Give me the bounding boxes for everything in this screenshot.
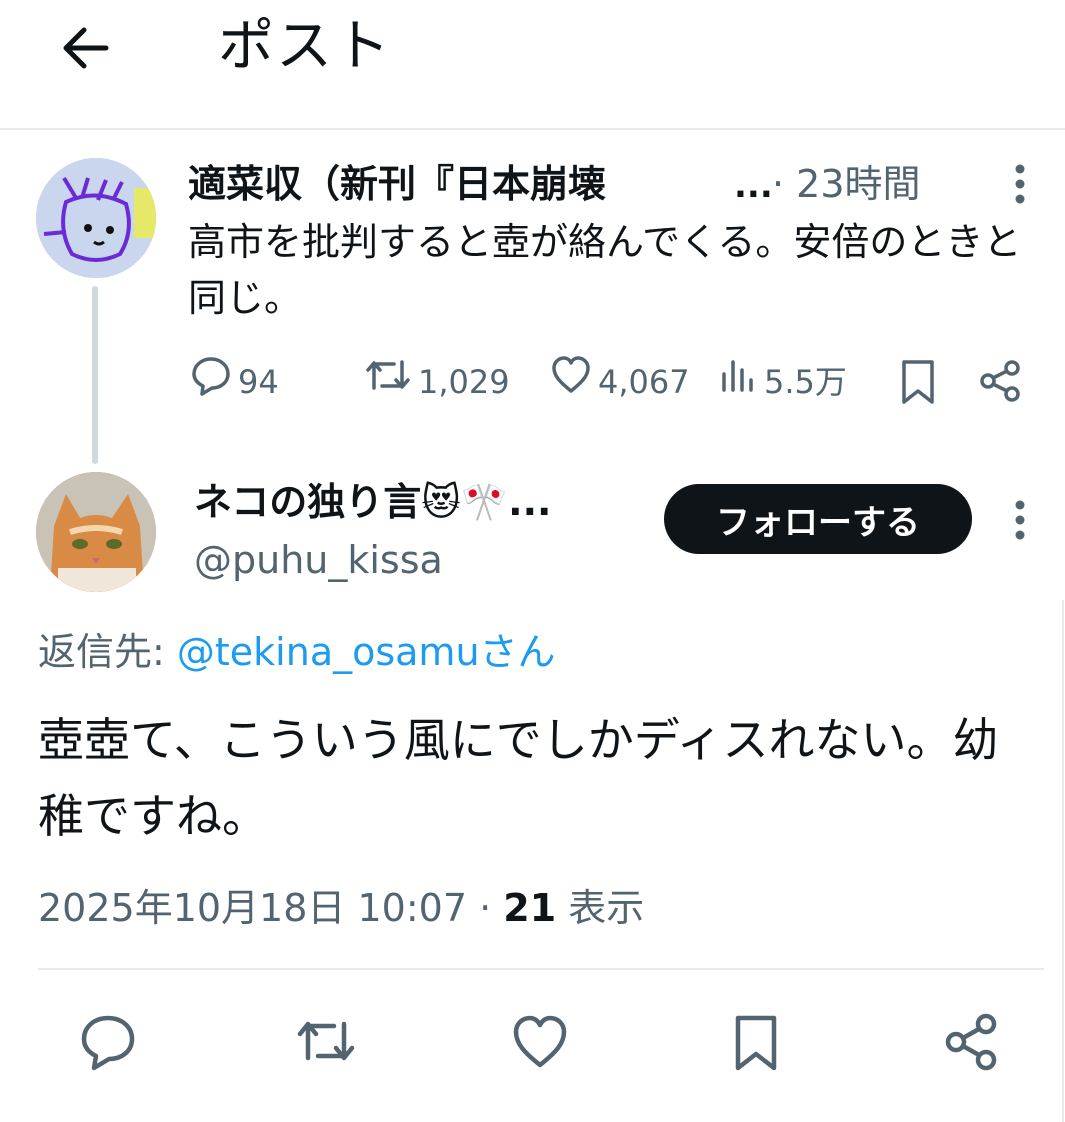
repost-count: 1,029 (418, 363, 510, 401)
views-count: 5.5万 (764, 363, 847, 401)
views-count: 21 (503, 886, 557, 930)
author-handle[interactable]: @puhu_kissa (194, 534, 443, 586)
edge-divider (1062, 600, 1064, 1122)
views-icon (718, 354, 758, 411)
reply-to-suffix: さん (479, 630, 556, 674)
reply-button[interactable]: 94 (190, 356, 279, 408)
post-time[interactable]: · 23時間 (772, 158, 921, 210)
share-icon[interactable] (942, 1012, 1002, 1072)
more-vertical-icon[interactable] (1007, 162, 1033, 206)
author-name-ellipsis: ... (734, 166, 773, 206)
like-button[interactable]: 4,067 (550, 354, 690, 411)
header-divider (0, 128, 1065, 130)
post-datetime[interactable]: 2025年10月18日 10:07 · (38, 886, 503, 930)
avatar[interactable] (36, 158, 156, 278)
like-icon (550, 354, 592, 411)
reply-text: 壺壺て、こういう風にでしかディスれない。幼稚ですね。 (38, 713, 999, 843)
reply-to-line: 返信先: @tekina_osamuさん (38, 624, 556, 680)
like-icon[interactable] (510, 1012, 570, 1072)
author-name[interactable]: ネコの独り言😻🎌... (194, 476, 551, 528)
share-icon[interactable] (978, 358, 1024, 404)
reply-to-mention-link[interactable]: @tekina_osamu (177, 630, 480, 674)
bookmark-icon[interactable] (726, 1012, 786, 1072)
post-text: 高市を批判すると壺が絡んでくる。安倍のときと同じ。 (188, 220, 1022, 320)
page-title: ポスト (218, 14, 392, 79)
views-button[interactable]: 5.5万 (718, 356, 847, 408)
back-arrow-icon[interactable] (56, 18, 116, 78)
repost-button[interactable]: 1,029 (364, 356, 510, 408)
follow-button[interactable]: フォローする (664, 484, 972, 554)
reply-icon[interactable] (78, 1012, 138, 1072)
post-meta: 2025年10月18日 10:07 · 21 表示 (38, 880, 644, 936)
views-label: 表示 (556, 886, 645, 930)
meta-divider (38, 968, 1044, 970)
repost-icon[interactable] (296, 1012, 356, 1072)
author-name[interactable]: 適菜収（新刊『日本崩壊 (188, 158, 683, 210)
like-count: 4,067 (598, 363, 690, 401)
bookmark-icon[interactable] (898, 358, 938, 406)
avatar[interactable] (36, 472, 156, 592)
thread-line (92, 286, 98, 464)
more-vertical-icon[interactable] (1007, 498, 1033, 542)
reply-icon (190, 354, 232, 411)
reply-count: 94 (238, 363, 279, 401)
reply-to-prefix: 返信先: (38, 630, 177, 674)
repost-icon (364, 354, 412, 411)
